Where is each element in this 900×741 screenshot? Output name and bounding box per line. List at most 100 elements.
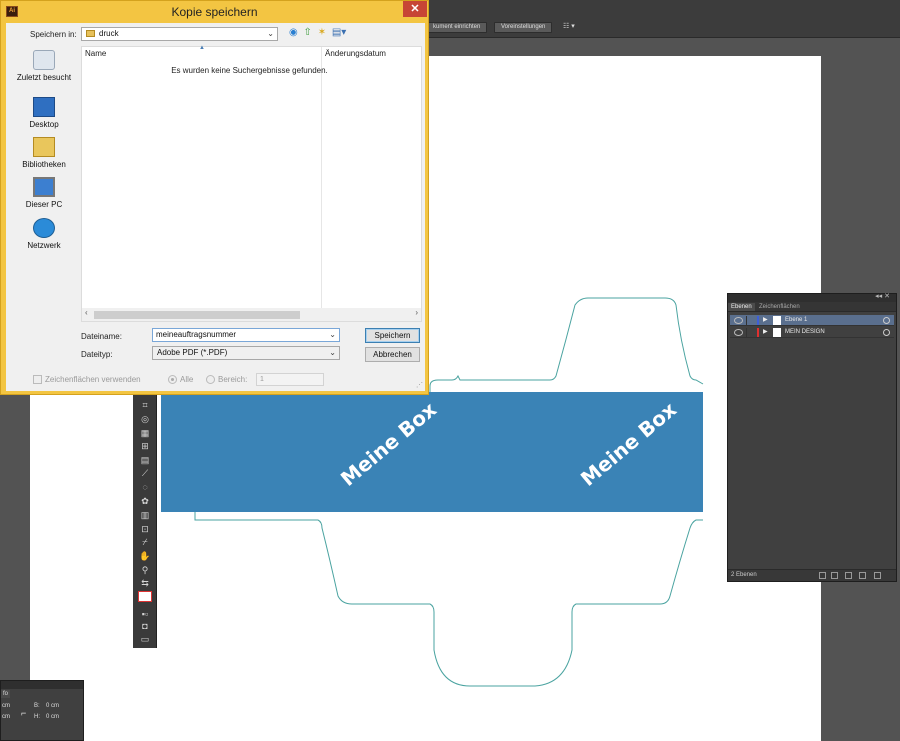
document-setup-button[interactable]: kument einrichten <box>426 22 488 33</box>
place-this-pc[interactable]: Dieser PC <box>9 177 79 209</box>
expand-triangle-icon[interactable]: ▶ <box>763 327 768 338</box>
layer-row-mein-design[interactable]: ▶ MEIN DESIGN <box>730 327 894 338</box>
cancel-button[interactable]: Abbrechen <box>365 347 420 362</box>
tab-ebenen[interactable]: Ebenen <box>728 303 755 311</box>
target-circle-icon[interactable] <box>883 329 890 336</box>
recent-places-icon <box>33 50 55 70</box>
range-input[interactable]: 1 <box>256 373 324 386</box>
info-x-unit: cm <box>2 703 10 709</box>
arrange-documents-icon[interactable]: ☷ ▾ <box>563 22 575 30</box>
swap-colors-icon[interactable]: ⇆ <box>138 578 152 589</box>
draw-mode-icon[interactable]: ◘ <box>138 621 152 632</box>
place-libraries[interactable]: Bibliotheken <box>9 137 79 169</box>
back-icon[interactable]: ◉ <box>289 27 298 38</box>
chevron-down-icon[interactable]: ⌄ <box>329 329 336 341</box>
layers-footer: 2 Ebenen <box>728 569 896 581</box>
graph-tool-icon[interactable]: ▥ <box>138 510 152 521</box>
fill-stroke-icon[interactable] <box>138 591 152 602</box>
artboards-checkbox[interactable] <box>33 375 42 384</box>
hand-tool-icon[interactable]: ✋ <box>138 551 152 562</box>
new-sublayer-icon[interactable] <box>845 572 852 579</box>
place-label: Desktop <box>29 120 59 129</box>
layers-panel-header: ◂◂ ✕ <box>728 292 896 302</box>
filename-label: Dateiname: <box>81 332 122 341</box>
libraries-icon <box>33 137 55 157</box>
info-panel: fo cm cm ⌐ B: 0 cm H: 0 cm <box>0 680 84 741</box>
radio-range[interactable] <box>206 375 215 384</box>
place-recent[interactable]: Zuletzt besucht <box>9 50 79 82</box>
save-in-value: druck <box>99 29 119 38</box>
gradient-tool-icon[interactable]: ▤ <box>138 455 152 466</box>
scrollbar-thumb[interactable] <box>94 311 300 319</box>
layer-name: Ebene 1 <box>785 317 808 323</box>
tab-info[interactable]: fo <box>1 690 11 698</box>
artboards-checkbox-label: Zeichenflächen verwenden <box>45 375 141 384</box>
place-label: Bibliotheken <box>22 160 66 169</box>
preferences-button[interactable]: Voreinstellungen <box>494 22 553 33</box>
places-sidebar: Zuletzt besucht Desktop Bibliotheken Die… <box>9 45 79 315</box>
resize-grip-icon[interactable]: ⋰ <box>416 381 423 389</box>
radio-all[interactable] <box>168 375 177 384</box>
column-modified[interactable]: Änderungsdatum <box>325 49 386 58</box>
dialog-body: Speichern in: druck ⌄ ◉ ⇧ ✶ ▤▾ Zuletzt b… <box>6 23 425 391</box>
horizontal-scrollbar[interactable]: ‹ › <box>82 308 421 321</box>
up-folder-icon[interactable]: ⇧ <box>304 27 312 38</box>
expand-triangle-icon[interactable]: ▶ <box>763 315 768 326</box>
layer-thumbnail <box>773 316 781 325</box>
perspective-grid-icon[interactable]: ▦ <box>138 428 152 439</box>
tools-panel: ⌗ ◎ ▦ ⊞ ▤ ⟋ ◌ ✿ ▥ ⊡ ⌿ ✋ ⚲ ⇆ ▪▫ ◘ ▭ <box>133 394 157 648</box>
blend-tool-icon[interactable]: ◌ <box>138 482 152 493</box>
slice-tool-icon[interactable]: ⊡ <box>138 524 152 535</box>
eraser-tool-icon[interactable]: ⌿ <box>138 537 152 548</box>
lock-toggle[interactable] <box>746 316 755 325</box>
save-in-dropdown[interactable]: druck ⌄ <box>81 27 278 41</box>
save-button[interactable]: Speichern <box>365 328 420 343</box>
new-layer-icon[interactable] <box>859 572 866 579</box>
tab-zeichenflaechen[interactable]: Zeichenflächen <box>756 303 803 311</box>
visibility-eye-icon[interactable] <box>734 317 743 324</box>
lock-toggle[interactable] <box>746 328 755 337</box>
scroll-right-icon[interactable]: › <box>415 308 418 317</box>
zoom-tool-icon[interactable]: ⚲ <box>138 565 152 576</box>
close-button[interactable]: ✕ <box>403 1 427 17</box>
column-name[interactable]: Name <box>85 49 106 58</box>
delete-layer-icon[interactable] <box>874 572 881 579</box>
eyedropper-icon[interactable]: ⟋ <box>138 468 152 479</box>
artboard-tool-icon[interactable]: ⌗ <box>138 400 152 411</box>
filename-input[interactable]: meineauftragsnummer ⌄ <box>152 328 340 342</box>
folder-icon <box>86 30 95 38</box>
locate-object-icon[interactable] <box>819 572 826 579</box>
layers-panel: ◂◂ ✕ Ebenen Zeichenflächen ▶ Ebene 1 ▶ M… <box>727 293 897 582</box>
layer-row-ebene-1[interactable]: ▶ Ebene 1 <box>730 315 894 326</box>
scroll-left-icon[interactable]: ‹ <box>85 308 88 317</box>
info-height-value: 0 cm <box>46 714 60 720</box>
panel-collapse-icon[interactable]: ◂◂ ✕ <box>875 292 890 300</box>
screen-mode-icon[interactable]: ▭ <box>138 634 152 645</box>
layer-count: 2 Ebenen <box>731 572 757 578</box>
color-mode-icon[interactable]: ▪▫ <box>138 609 152 620</box>
new-folder-icon[interactable]: ✶ <box>318 27 326 38</box>
place-network[interactable]: Netzwerk <box>9 218 79 250</box>
network-globe-icon <box>33 218 55 238</box>
place-desktop[interactable]: Desktop <box>9 97 79 129</box>
mesh-tool-icon[interactable]: ⊞ <box>138 441 152 452</box>
layer-color-bar <box>757 316 759 325</box>
info-width-value: 0 cm <box>46 703 60 709</box>
shape-builder-icon[interactable]: ◎ <box>138 414 152 425</box>
view-menu-icon[interactable]: ▤▾ <box>332 27 346 38</box>
info-panel-header <box>1 681 83 689</box>
dialog-titlebar[interactable]: Ai Kopie speichern ✕ <box>1 1 428 23</box>
save-copy-dialog: Ai Kopie speichern ✕ Speichern in: druck… <box>0 0 429 395</box>
filetype-dropdown[interactable]: Adobe PDF (*.PDF) ⌄ <box>152 346 340 360</box>
filetype-label: Dateityp: <box>81 350 113 359</box>
computer-icon <box>33 177 55 197</box>
visibility-eye-icon[interactable] <box>734 329 743 336</box>
filetype-value: Adobe PDF (*.PDF) <box>157 348 228 357</box>
symbol-sprayer-icon[interactable]: ✿ <box>138 496 152 507</box>
info-width-label: B: <box>34 703 40 709</box>
sort-arrow-icon: ▲ <box>199 45 205 51</box>
target-circle-icon[interactable] <box>883 317 890 324</box>
clipping-mask-icon[interactable] <box>831 572 838 579</box>
file-list[interactable]: Name ▲ Änderungsdatum Es wurden keine Su… <box>81 45 422 322</box>
chevron-down-icon: ⌄ <box>329 348 336 357</box>
